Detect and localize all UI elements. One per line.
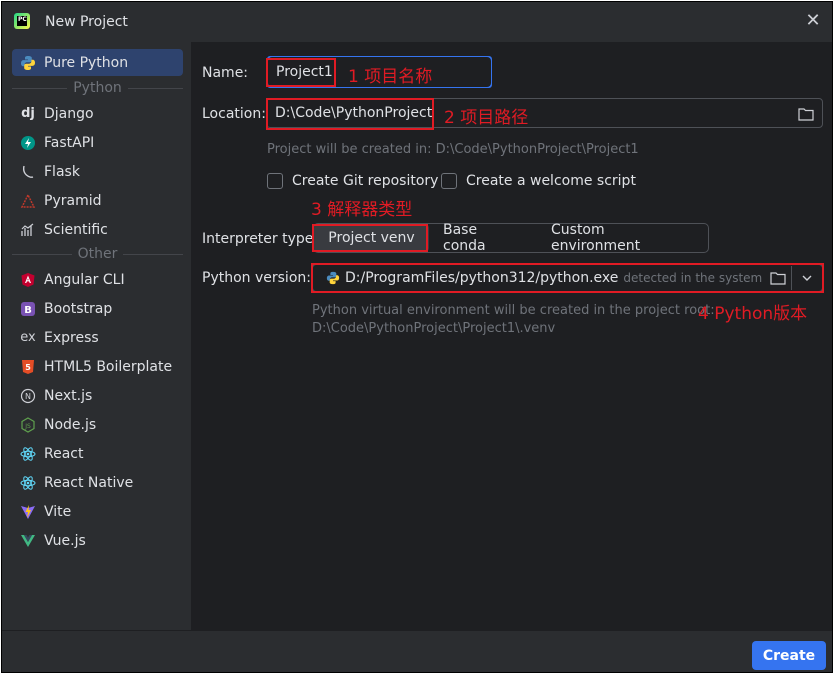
welcome-script-checkbox[interactable]	[441, 173, 457, 189]
sidebar-item-label: HTML5 Boilerplate	[44, 358, 173, 375]
venv-location-hint-2: D:\Code\PythonProject\Project1\.venv	[312, 321, 556, 336]
sidebar-item-react[interactable]: React	[12, 440, 183, 467]
create-button[interactable]: Create	[752, 641, 826, 670]
sidebar-item-label: Vite	[44, 503, 72, 520]
location-label: Location:	[202, 106, 266, 122]
angular-icon	[20, 272, 36, 288]
nextjs-icon: N	[20, 388, 36, 404]
svg-text:5: 5	[25, 363, 31, 372]
pycharm-logo-icon: PC	[14, 13, 30, 29]
pyramid-icon	[20, 192, 36, 209]
sidebar-item-flask[interactable]: Flask	[12, 158, 183, 185]
react-native-icon	[20, 475, 36, 491]
sidebar-item-django[interactable]: dj Django	[12, 100, 183, 127]
annotation-2: 2 项目路径	[444, 108, 529, 128]
vuejs-icon	[20, 533, 36, 549]
title-bar: PC New Project ✕	[2, 2, 832, 42]
sidebar-item-vite[interactable]: Vite	[12, 498, 183, 525]
sidebar-item-angular-cli[interactable]: Angular CLI	[12, 266, 183, 293]
django-icon: dj	[21, 106, 35, 121]
annotation-1: 1 项目名称	[348, 67, 433, 87]
nodejs-icon: JS	[20, 416, 36, 433]
sidebar-item-label: React	[44, 445, 84, 462]
sidebar-item-label: Vue.js	[44, 532, 86, 549]
express-icon: ex	[20, 330, 36, 345]
browse-folder-icon[interactable]	[798, 107, 814, 121]
sidebar-item-bootstrap[interactable]: B Bootstrap	[12, 295, 183, 322]
sidebar-item-fastapi[interactable]: FastAPI	[12, 129, 183, 156]
sidebar-item-label: Scientific	[44, 221, 108, 238]
sidebar-item-label: Express	[44, 329, 99, 346]
sidebar-item-vuejs[interactable]: Vue.js	[12, 527, 183, 554]
group-header-other: Other	[12, 245, 184, 263]
sidebar-item-nodejs[interactable]: JS Node.js	[12, 411, 183, 438]
sidebar-item-label: Node.js	[44, 416, 97, 433]
project-path-hint: Project will be created in: D:\Code\Pyth…	[267, 142, 639, 157]
vite-icon	[20, 504, 36, 520]
close-icon[interactable]: ✕	[804, 12, 822, 30]
svg-text:N: N	[25, 392, 31, 401]
python-icon	[20, 55, 36, 71]
sidebar-item-html5-boilerplate[interactable]: 5 HTML5 Boilerplate	[12, 353, 183, 380]
annotation-box-4	[311, 263, 824, 293]
scientific-icon	[20, 222, 36, 238]
sidebar-item-label: Next.js	[44, 387, 93, 404]
sidebar-item-scientific[interactable]: Scientific	[12, 216, 183, 243]
dialog-footer: Create	[2, 630, 832, 672]
annotation-box-3	[312, 224, 428, 252]
annotation-4: 4 Python版本	[698, 304, 808, 324]
react-icon	[20, 446, 36, 462]
welcome-script-label: Create a welcome script	[466, 173, 636, 189]
sidebar-item-label: FastAPI	[44, 134, 95, 151]
group-header-python: Python	[12, 79, 183, 97]
annotation-box-1	[266, 58, 336, 87]
sidebar-item-label: Bootstrap	[44, 300, 113, 317]
project-type-sidebar: Pure Python Python dj Django FastAPI Fla…	[2, 42, 191, 630]
interpreter-type-label: Interpreter type:	[202, 231, 319, 247]
sidebar-item-react-native[interactable]: React Native	[12, 469, 183, 496]
sidebar-item-express[interactable]: ex Express	[12, 324, 183, 351]
python-version-label: Python version:	[202, 270, 311, 286]
sidebar-item-label: Flask	[44, 163, 80, 180]
project-settings-panel: Name: Project1 1 项目名称 Location: D:\Code\…	[191, 42, 832, 630]
sidebar-item-label: Angular CLI	[44, 271, 125, 288]
annotation-box-2	[266, 98, 434, 130]
html5-icon: 5	[20, 359, 36, 375]
venv-location-hint-1: Python virtual environment will be creat…	[312, 303, 715, 318]
window-title: New Project	[45, 14, 128, 30]
create-git-label: Create Git repository	[292, 173, 439, 189]
sidebar-item-pyramid[interactable]: Pyramid	[12, 187, 183, 214]
sidebar-item-pure-python[interactable]: Pure Python	[12, 49, 183, 76]
option-base-conda[interactable]: Base conda	[429, 222, 537, 254]
sidebar-item-label: Django	[44, 105, 94, 122]
sidebar-item-label: Pyramid	[44, 192, 102, 209]
svg-text:JS: JS	[24, 423, 31, 430]
sidebar-item-label: Pure Python	[44, 54, 129, 71]
fastapi-icon	[20, 135, 36, 151]
flask-icon	[20, 164, 36, 180]
new-project-dialog: PC New Project ✕ Pure Python Python dj D…	[1, 1, 833, 673]
sidebar-item-label: React Native	[44, 474, 134, 491]
svg-text:B: B	[24, 305, 32, 316]
create-git-checkbox[interactable]	[267, 173, 283, 189]
name-label: Name:	[202, 65, 249, 81]
option-custom-environment[interactable]: Custom environment	[537, 222, 707, 254]
bootstrap-icon: B	[20, 301, 36, 317]
sidebar-item-nextjs[interactable]: N Next.js	[12, 382, 183, 409]
annotation-3: 3 解释器类型	[311, 200, 413, 220]
